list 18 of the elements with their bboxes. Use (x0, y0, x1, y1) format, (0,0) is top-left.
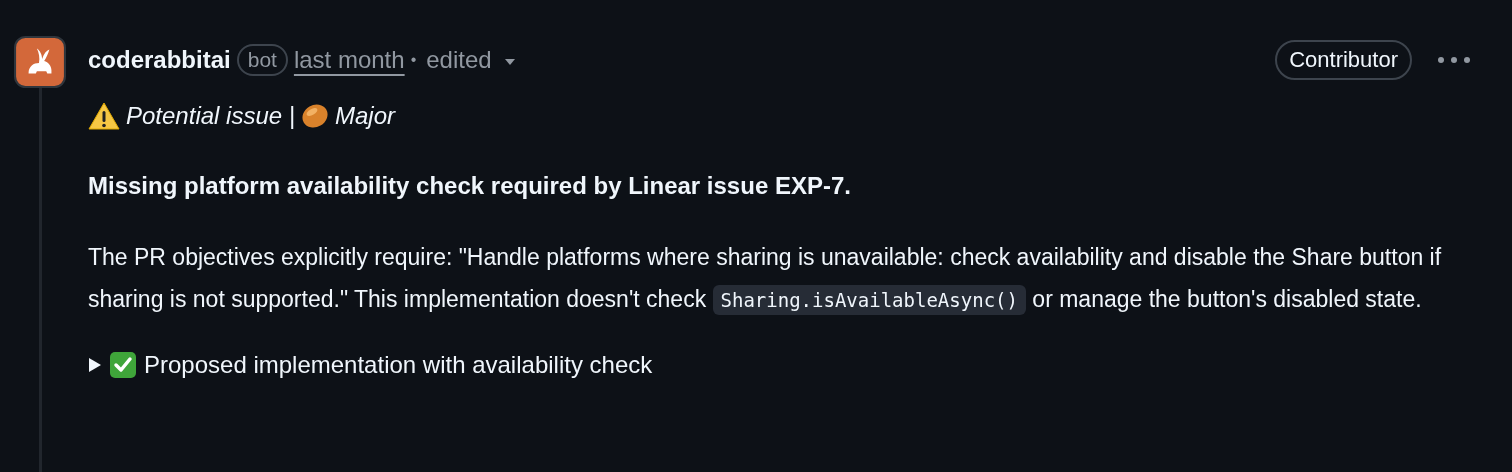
separator-dot: • (410, 51, 417, 69)
rabbit-avatar[interactable] (14, 36, 66, 88)
severity-type: Potential issue | (126, 102, 295, 130)
author-name[interactable]: coderabbitai (88, 46, 231, 74)
contributor-label: Contributor (1275, 40, 1412, 80)
body-paragraph: The PR objectives explicitly require: "Handle platforms where sharing is unavailable: check availability and disable the Share button if sharing is not supported." This implementation doesn't check Sharing.isAvailableAsync() or manage the button's disabled state. (88, 236, 1454, 321)
caret-icon (503, 58, 516, 66)
inline-code: Sharing.isAvailableAsync() (712, 285, 1026, 315)
timestamp-link[interactable]: last month (293, 46, 405, 74)
bot-label: bot (236, 44, 288, 76)
warning-icon (88, 102, 120, 130)
more-options-icon (1436, 55, 1472, 65)
circle-icon (301, 102, 329, 130)
details-summary[interactable]: Proposed implementation with availability check (144, 351, 653, 379)
edited-dropdown[interactable]: edited (422, 46, 520, 74)
severity-level: Major (335, 102, 395, 130)
issue-heading: Missing platform availability check required by Linear issue EXP-7. (88, 172, 852, 200)
check-mark-icon (110, 352, 136, 378)
